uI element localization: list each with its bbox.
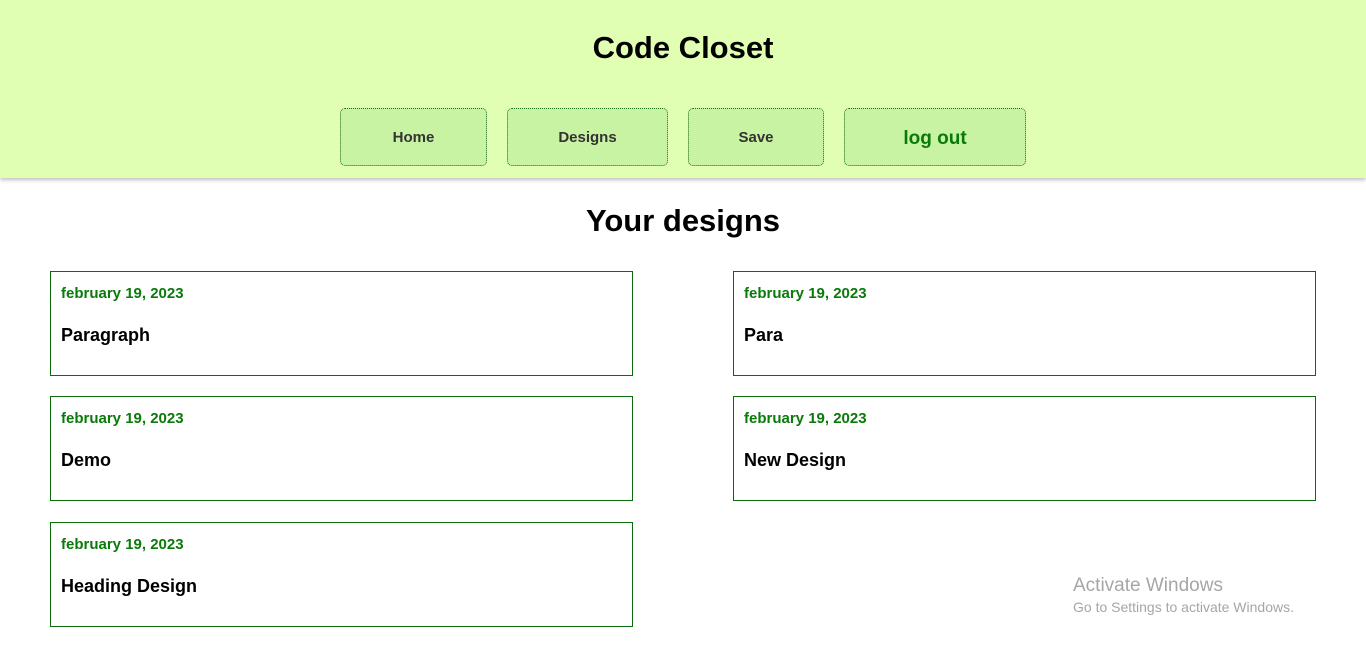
watermark-title: Activate Windows: [1073, 575, 1223, 596]
logout-button[interactable]: log out: [844, 108, 1026, 166]
header: Code Closet Home Designs Save log out: [0, 0, 1366, 178]
design-date: february 19, 2023: [744, 285, 867, 302]
design-name: New Design: [744, 450, 847, 470]
save-button[interactable]: Save: [688, 108, 824, 166]
windows-activation-watermark: Activate Windows Go to Settings to activ…: [1073, 575, 1294, 617]
design-card[interactable]: february 19, 2023 Paragraph: [50, 271, 633, 376]
design-date: february 19, 2023: [61, 536, 184, 553]
design-card[interactable]: february 19, 2023 New Design: [733, 396, 1316, 501]
design-name: Paragraph: [61, 325, 151, 345]
page-title: Your designs: [585, 203, 781, 238]
design-date: february 19, 2023: [61, 410, 184, 427]
watermark-subtitle: Go to Settings to activate Windows.: [1073, 599, 1294, 615]
design-name: Demo: [61, 450, 112, 470]
home-button[interactable]: Home: [340, 108, 487, 166]
design-name: Para: [744, 325, 784, 345]
design-date: february 19, 2023: [61, 285, 184, 302]
app-title: Code Closet: [592, 30, 774, 65]
designs-button[interactable]: Designs: [507, 108, 668, 166]
design-card[interactable]: february 19, 2023 Heading Design: [50, 522, 633, 627]
design-card[interactable]: february 19, 2023 Para: [733, 271, 1316, 376]
design-name: Heading Design: [61, 576, 198, 596]
design-date: february 19, 2023: [744, 410, 867, 427]
design-card[interactable]: february 19, 2023 Demo: [50, 396, 633, 501]
